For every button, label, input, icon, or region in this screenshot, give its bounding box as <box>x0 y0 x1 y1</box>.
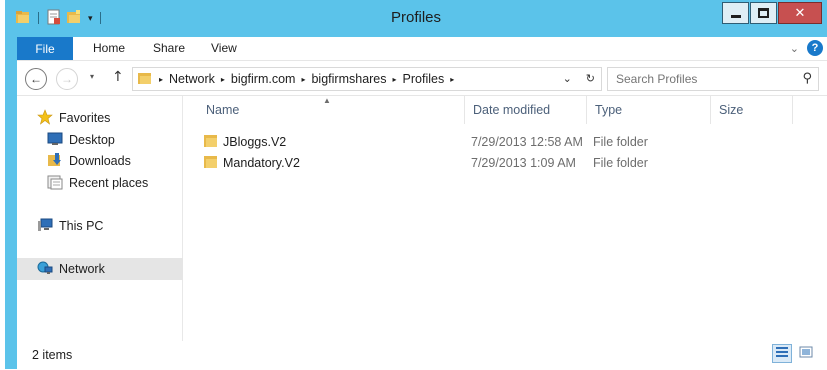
navigation-bar: ← → ▾ ↑ ▸ Network ▸ bigfirm.com ▸ bigfir… <box>17 60 827 95</box>
nav-downloads[interactable]: Downloads <box>47 150 131 172</box>
address-controls: ⌄ ↻ <box>563 72 595 85</box>
breadcrumb-network[interactable]: Network <box>169 72 215 86</box>
nav-favorites-label: Favorites <box>59 111 111 125</box>
address-bar[interactable]: ▸ Network ▸ bigfirm.com ▸ bigfirmshares … <box>132 67 602 91</box>
sort-ascending-icon: ▲ <box>323 96 331 105</box>
ribbon-controls: ⌄ ? <box>790 40 823 56</box>
search-input[interactable] <box>616 72 786 86</box>
tab-file[interactable]: File <box>17 37 73 60</box>
file-date: 7/29/2013 1:09 AM <box>471 156 576 170</box>
breadcrumb-separator-icon[interactable]: ▸ <box>221 75 225 84</box>
navigation-pane: Favorites Desktop Downloads Recent place… <box>17 96 183 342</box>
forward-button[interactable]: → <box>56 68 78 90</box>
nav-this-pc-label: This PC <box>59 219 104 233</box>
breadcrumb-profiles[interactable]: Profiles <box>403 72 445 86</box>
star-icon <box>37 108 53 128</box>
breadcrumb-separator-icon[interactable]: ▸ <box>159 75 163 84</box>
location-folder-icon <box>137 70 153 89</box>
back-button[interactable]: ← <box>25 68 47 90</box>
desktop-icon <box>47 132 63 149</box>
table-row[interactable]: Mandatory.V2 7/29/2013 1:09 AM File fold… <box>183 153 793 174</box>
details-view-icon <box>775 346 789 361</box>
tab-share[interactable]: Share <box>153 41 185 55</box>
explorer-window: ▾ Profiles ✕ File Home Share View ⌄ ? ← … <box>5 0 827 369</box>
tab-home[interactable]: Home <box>93 41 125 55</box>
file-name: JBloggs.V2 <box>223 135 287 149</box>
close-button[interactable]: ✕ <box>778 2 822 24</box>
breadcrumb-separator-icon[interactable]: ▸ <box>450 75 454 84</box>
column-type[interactable]: Type <box>587 96 711 124</box>
maximize-icon <box>758 8 769 18</box>
column-name[interactable]: Name <box>198 96 465 124</box>
maximize-button[interactable] <box>750 2 777 24</box>
minimize-button[interactable] <box>722 2 749 24</box>
file-name: Mandatory.V2 <box>223 156 300 170</box>
nav-network-label: Network <box>59 262 105 276</box>
folder-icon <box>203 155 219 169</box>
file-date: 7/29/2013 12:58 AM <box>471 135 583 149</box>
nav-favorites[interactable]: Favorites <box>37 107 110 129</box>
breadcrumb: ▸ Network ▸ bigfirm.com ▸ bigfirmshares … <box>159 72 454 86</box>
explorer-body: Favorites Desktop Downloads Recent place… <box>17 95 827 342</box>
nav-this-pc[interactable]: This PC <box>37 215 103 237</box>
nav-recent-places-label: Recent places <box>69 176 149 190</box>
downloads-icon <box>47 152 63 171</box>
nav-network[interactable]: Network <box>17 258 183 280</box>
file-list: Name ▲ Date modified Type Size JBloggs.V… <box>183 96 827 342</box>
network-icon <box>37 260 53 279</box>
file-type: File folder <box>593 156 648 170</box>
breadcrumb-separator-icon[interactable]: ▸ <box>301 75 305 84</box>
nav-recent-places[interactable]: Recent places <box>47 172 148 194</box>
recent-locations-icon[interactable]: ▾ <box>90 72 94 81</box>
title-bar[interactable]: ▾ Profiles ✕ <box>5 0 827 37</box>
minimize-icon <box>730 14 741 18</box>
column-headers: Name ▲ Date modified Type Size <box>183 96 793 124</box>
column-date-modified[interactable]: Date modified <box>465 96 587 124</box>
breadcrumb-separator-icon[interactable]: ▸ <box>393 75 397 84</box>
details-view-button[interactable] <box>772 344 792 363</box>
file-type: File folder <box>593 135 648 149</box>
nav-desktop-label: Desktop <box>69 133 115 147</box>
address-dropdown-icon[interactable]: ⌄ <box>563 72 572 85</box>
breadcrumb-domain[interactable]: bigfirm.com <box>231 72 296 86</box>
folder-icon <box>203 134 219 148</box>
status-bar: 2 items <box>17 341 827 369</box>
column-size[interactable]: Size <box>711 96 793 124</box>
close-icon: ✕ <box>794 5 806 21</box>
search-icon[interactable]: ⚲ <box>802 71 812 86</box>
recent-places-icon <box>47 174 63 193</box>
computer-icon <box>37 217 53 236</box>
breadcrumb-share[interactable]: bigfirmshares <box>311 72 386 86</box>
search-box[interactable]: ⚲ <box>607 67 819 91</box>
large-icons-view-button[interactable] <box>796 344 816 363</box>
table-row[interactable]: JBloggs.V2 7/29/2013 12:58 AM File folde… <box>183 132 793 153</box>
nav-downloads-label: Downloads <box>69 154 131 168</box>
expand-ribbon-icon[interactable]: ⌄ <box>790 42 799 55</box>
ribbon-tabs: File Home Share View ⌄ ? <box>17 37 827 60</box>
nav-desktop[interactable]: Desktop <box>47 129 115 151</box>
tab-view[interactable]: View <box>211 41 237 55</box>
up-button[interactable]: ↑ <box>112 69 124 85</box>
window-title: Profiles <box>390 9 442 26</box>
help-icon[interactable]: ? <box>807 40 823 56</box>
large-icons-view-icon <box>799 346 813 361</box>
item-count: 2 items <box>32 348 73 362</box>
refresh-icon[interactable]: ↻ <box>586 72 595 85</box>
